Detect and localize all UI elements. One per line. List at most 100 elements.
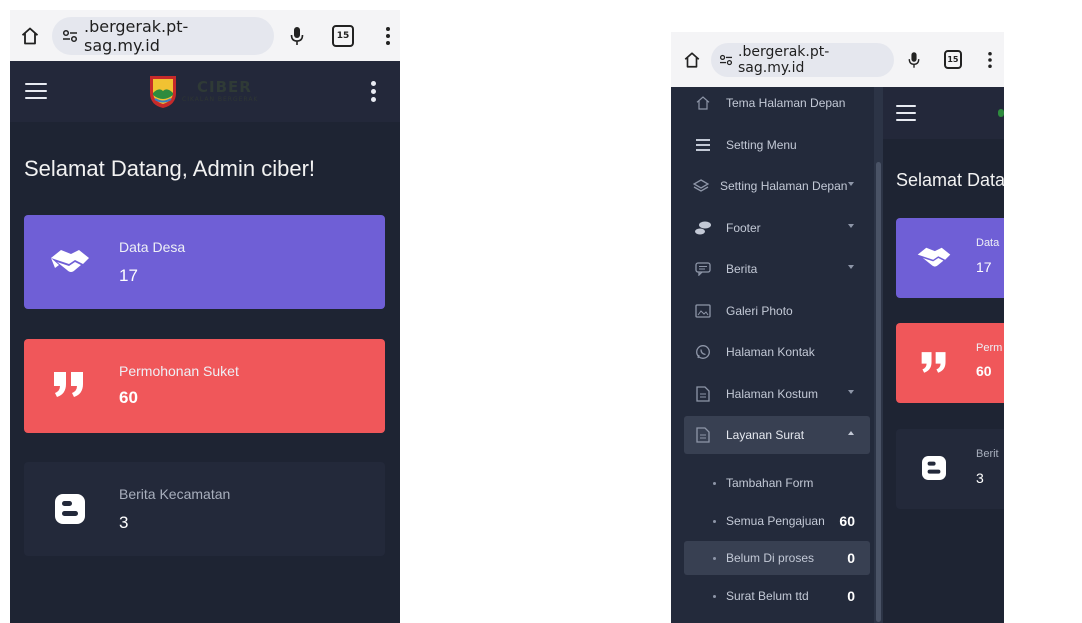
chevron-down-icon (848, 265, 854, 269)
quote-icon (920, 350, 948, 378)
menu-lines-icon (694, 136, 712, 154)
card-value: 17 (976, 259, 992, 275)
sidebar-item-tema-halaman-depan[interactable]: Tema Halaman Depan (684, 84, 870, 122)
card-label: Permohonan Suket (119, 363, 239, 379)
tabs-counter[interactable]: 15 (943, 50, 962, 69)
document-icon (694, 426, 712, 444)
chevron-up-icon (848, 431, 854, 435)
subitem-label: Semua Pengajuan (726, 514, 825, 528)
sidebar-subitem-tambahan-form[interactable]: Tambahan Form (684, 466, 870, 500)
subitem-label: Belum Di proses (726, 551, 815, 565)
sidebar-item-label: Layanan Surat (726, 428, 805, 442)
sidebar-item-label: Galeri Photo (726, 304, 793, 318)
stat-card-data-desa[interactable]: Data 17 (896, 218, 1004, 298)
home-icon[interactable] (20, 26, 40, 46)
card-value: 17 (119, 266, 138, 285)
hamburger-menu-icon[interactable] (25, 83, 47, 99)
bullet-icon (713, 556, 716, 560)
page-title: Selamat Datang, Admin ciber! (24, 156, 316, 181)
sidebar-subitem-surat-belum-ttd[interactable]: Surat Belum ttd 0 (684, 579, 870, 613)
sidebar-item-label: Halaman Kostum (726, 387, 819, 401)
microphone-icon[interactable] (908, 51, 920, 69)
sidebar-item-layanan-surat[interactable]: Layanan Surat (684, 416, 870, 454)
browser-menu-icon[interactable] (988, 51, 992, 68)
stat-card-berita-kecamatan[interactable]: Berit 3 (896, 429, 1004, 509)
document-icon (694, 385, 712, 403)
browser-toolbar: .bergerak.pt-sag.my.id 15 (10, 10, 400, 61)
address-bar[interactable]: .bergerak.pt-sag.my.id (52, 16, 275, 55)
scrollbar-thumb[interactable] (876, 162, 881, 622)
logo-emblem-icon (147, 73, 179, 109)
quote-icon (52, 370, 86, 402)
bullet-icon (713, 594, 716, 598)
blogger-icon (55, 494, 85, 528)
card-value: 3 (119, 513, 129, 532)
sidebar-item-setting-menu[interactable]: Setting Menu (684, 126, 870, 164)
subitem-count: 0 (847, 588, 855, 604)
logo-emblem-icon (998, 109, 1004, 117)
layers-icon (692, 177, 710, 195)
tabs-counter[interactable]: 15 (332, 24, 354, 47)
logo-subtitle: CIKALAN BERGERAK (182, 96, 259, 103)
main-content-partial: Selamat Data Data 17 Perm 60 Berit 3 (883, 87, 1004, 623)
sidebar-item-label: Berita (726, 262, 758, 276)
sidebar-subitem-belum-di-proses[interactable]: Belum Di proses 0 (684, 541, 870, 575)
sidebar-item-berita[interactable]: Berita (684, 250, 870, 288)
card-value: 3 (976, 470, 984, 486)
phone-screenshot-right: .bergerak.pt-sag.my.id 15 Tema Halaman D… (671, 32, 1004, 623)
card-label: Data Desa (119, 239, 186, 255)
bullet-icon (713, 481, 716, 485)
card-label: Berit (976, 448, 999, 460)
sidebar-item-galeri-photo[interactable]: Galeri Photo (684, 292, 870, 330)
browser-toolbar: .bergerak.pt-sag.my.id 15 (671, 32, 1004, 87)
sidebar-subitem-semua-pengajuan[interactable]: Semua Pengajuan 60 (684, 504, 870, 538)
hamburger-menu-icon[interactable] (896, 105, 916, 121)
bullet-icon (713, 519, 716, 523)
app-header (883, 87, 1004, 139)
whatsapp-icon (694, 343, 712, 361)
app-header: CIBER CIKALAN BERGERAK (10, 61, 400, 122)
card-label: Berita Kecamatan (119, 486, 231, 502)
handshake-icon (49, 246, 91, 282)
sidebar-item-setting-halaman-depan[interactable]: Setting Halaman Depan (684, 167, 870, 205)
site-settings-icon[interactable] (719, 54, 733, 66)
shoe-print-icon (694, 219, 712, 237)
home-icon[interactable] (683, 51, 701, 69)
logo-text: CIBER (197, 78, 252, 96)
stat-card-permohonan-suket[interactable]: Permohonan Suket 60 (24, 339, 385, 433)
subitem-count: 60 (839, 513, 855, 529)
sidebar-item-halaman-kontak[interactable]: Halaman Kontak (684, 333, 870, 371)
sidebar-item-footer[interactable]: Footer (684, 209, 870, 247)
chevron-down-icon (848, 390, 854, 394)
sidebar-item-label: Halaman Kontak (726, 345, 815, 359)
chevron-down-icon (848, 224, 854, 228)
page-title: Selamat Data (896, 170, 1004, 190)
sidebar-item-label: Tema Halaman Depan (726, 96, 846, 110)
site-settings-icon[interactable] (62, 29, 78, 43)
stat-card-permohonan-suket[interactable]: Perm 60 (896, 323, 1004, 403)
browser-menu-icon[interactable] (386, 26, 390, 45)
url-text: .bergerak.pt-sag.my.id (738, 43, 830, 76)
phone-screenshot-left: .bergerak.pt-sag.my.id 15 CIBER CIKALAN … (10, 10, 400, 623)
url-text: .bergerak.pt-sag.my.id (84, 16, 189, 55)
stat-card-berita-kecamatan[interactable]: Berita Kecamatan 3 (24, 462, 385, 556)
sidebar-scrollbar[interactable] (874, 87, 883, 623)
card-label: Data (976, 237, 1000, 249)
subitem-label: Surat Belum ttd (726, 589, 809, 603)
home-icon (694, 94, 712, 112)
card-value: 60 (976, 363, 992, 379)
sidebar-item-label: Setting Menu (726, 138, 797, 152)
message-icon (694, 260, 712, 278)
subitem-label: Tambahan Form (726, 476, 814, 490)
chevron-down-icon (848, 182, 854, 186)
microphone-icon[interactable] (290, 26, 304, 46)
card-label: Perm (976, 342, 1003, 354)
sidebar-item-label: Footer (726, 221, 761, 235)
sidebar-nav: Tema Halaman Depan Setting Menu Setting … (671, 87, 874, 623)
subitem-count: 0 (847, 550, 855, 566)
handshake-icon (916, 244, 952, 276)
address-bar[interactable]: .bergerak.pt-sag.my.id (711, 42, 894, 77)
sidebar-item-halaman-kostum[interactable]: Halaman Kostum (684, 375, 870, 413)
stat-card-data-desa[interactable]: Data Desa 17 (24, 215, 385, 309)
more-options-icon[interactable] (371, 81, 377, 105)
